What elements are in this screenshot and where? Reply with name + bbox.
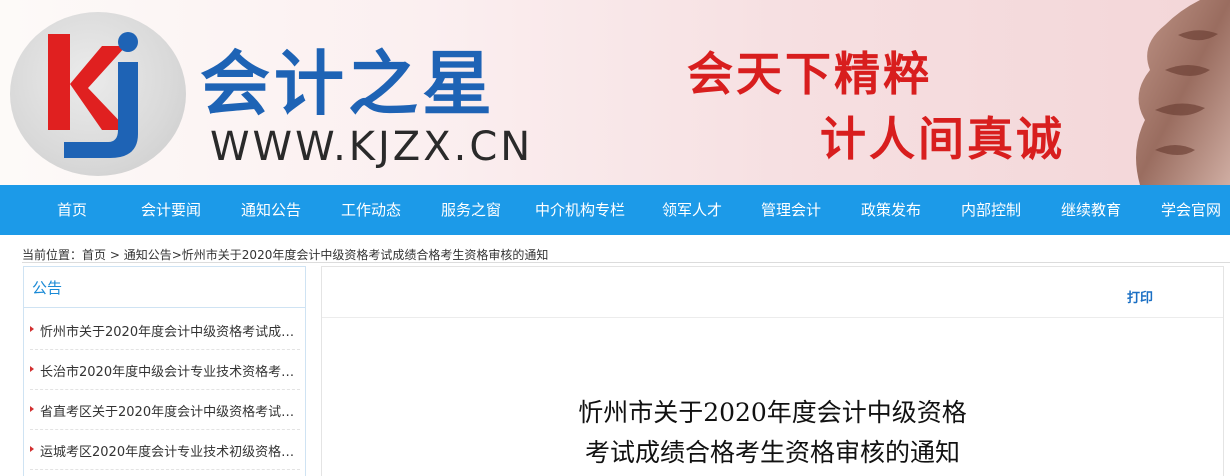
- breadcrumb-divider: [22, 262, 1230, 263]
- nav-item-service[interactable]: 服务之窗: [441, 185, 501, 235]
- nav-item-work[interactable]: 工作动态: [341, 185, 401, 235]
- bullet-arrow-icon: [30, 406, 34, 412]
- sidebar-notice-item[interactable]: 长治市2020年度中级会计专业技术资格考试考生资格审核的通知: [30, 361, 302, 381]
- list-divider: [30, 469, 300, 470]
- bullet-arrow-icon: [30, 446, 34, 452]
- breadcrumb-separator: >: [106, 248, 124, 262]
- nav-item-education[interactable]: 继续教育: [1061, 185, 1121, 235]
- slogan-line-2: 计人间真诚: [820, 112, 1065, 166]
- main-nav: 首页 会计要闻 通知公告 工作动态 服务之窗 中介机构专栏 领军人才 管理会计 …: [0, 185, 1230, 235]
- nav-item-agencies[interactable]: 中介机构专栏: [535, 185, 625, 235]
- sidebar-notice-link[interactable]: 长治市2020年度中级会计专业技术资格考试考生资格审核的通知: [40, 361, 302, 380]
- list-divider: [30, 429, 300, 430]
- breadcrumb-prefix: 当前位置：: [22, 248, 83, 262]
- nav-item-talent[interactable]: 领军人才: [662, 185, 722, 235]
- site-name: 会计之星: [200, 43, 496, 125]
- bullet-arrow-icon: [30, 326, 34, 332]
- sidebar-notice-item[interactable]: 省直考区关于2020年度会计中级资格考试考生资格审核的通知: [30, 401, 302, 421]
- breadcrumb-section-link[interactable]: 通知公告: [124, 248, 172, 262]
- sidebar-title-divider: [24, 307, 305, 308]
- nav-item-home[interactable]: 首页: [57, 185, 87, 235]
- site-url: WWW.KJZX.CN: [210, 124, 534, 170]
- breadcrumb: 当前位置：首页 > 通知公告>忻州市关于2020年度会计中级资格考试成绩合格考生…: [22, 246, 548, 263]
- article-title-line-2: 考试成绩合格考生资格审核的通知: [584, 438, 960, 467]
- nav-item-policy[interactable]: 政策发布: [861, 185, 921, 235]
- sidebar-notice-item[interactable]: 忻州市关于2020年度会计中级资格考试成绩合格考生资格审核的通知: [30, 321, 302, 341]
- article-title-line-1: 忻州市关于2020年度会计中级资格: [578, 398, 967, 427]
- nav-item-society[interactable]: 学会官网: [1161, 185, 1221, 235]
- sidebar-title: 公告: [32, 279, 63, 297]
- sidebar-notice-link[interactable]: 忻州市关于2020年度会计中级资格考试成绩合格考生资格审核的通知: [40, 321, 302, 340]
- site-logo[interactable]: [10, 12, 186, 176]
- list-divider: [30, 389, 300, 390]
- print-button[interactable]: 打印: [1127, 287, 1153, 306]
- nav-item-notices[interactable]: 通知公告: [241, 185, 301, 235]
- breadcrumb-current: 忻州市关于2020年度会计中级资格考试成绩合格考生资格审核的通知: [181, 248, 549, 262]
- kj-logo-icon: [48, 32, 138, 158]
- sidebar-notice-link[interactable]: 省直考区关于2020年度会计中级资格考试考生资格审核的通知: [40, 401, 302, 420]
- sidebar-notices: 公告 忻州市关于2020年度会计中级资格考试成绩合格考生资格审核的通知 长治市2…: [23, 266, 306, 476]
- sidebar-notice-link[interactable]: 运城考区2020年度会计专业技术初级资格考试资格审核的通知: [40, 441, 302, 460]
- decorative-carving-image: [1136, 0, 1230, 185]
- site-banner: 会计之星 WWW.KJZX.CN 会天下精粹 计人间真诚: [0, 0, 1230, 185]
- breadcrumb-separator: >: [171, 248, 182, 262]
- nav-item-management[interactable]: 管理会计: [761, 185, 821, 235]
- sidebar-notice-item[interactable]: 运城考区2020年度会计专业技术初级资格考试资格审核的通知: [30, 441, 302, 461]
- bullet-arrow-icon: [30, 366, 34, 372]
- article-panel: 打印 忻州市关于2020年度会计中级资格 考试成绩合格考生资格审核的通知: [321, 266, 1224, 476]
- article-toolbar-divider: [322, 317, 1223, 318]
- nav-item-control[interactable]: 内部控制: [961, 185, 1021, 235]
- list-divider: [30, 349, 300, 350]
- nav-item-news[interactable]: 会计要闻: [141, 185, 201, 235]
- slogan-line-1: 会天下精粹: [687, 47, 932, 101]
- breadcrumb-home-link[interactable]: 首页: [82, 248, 106, 262]
